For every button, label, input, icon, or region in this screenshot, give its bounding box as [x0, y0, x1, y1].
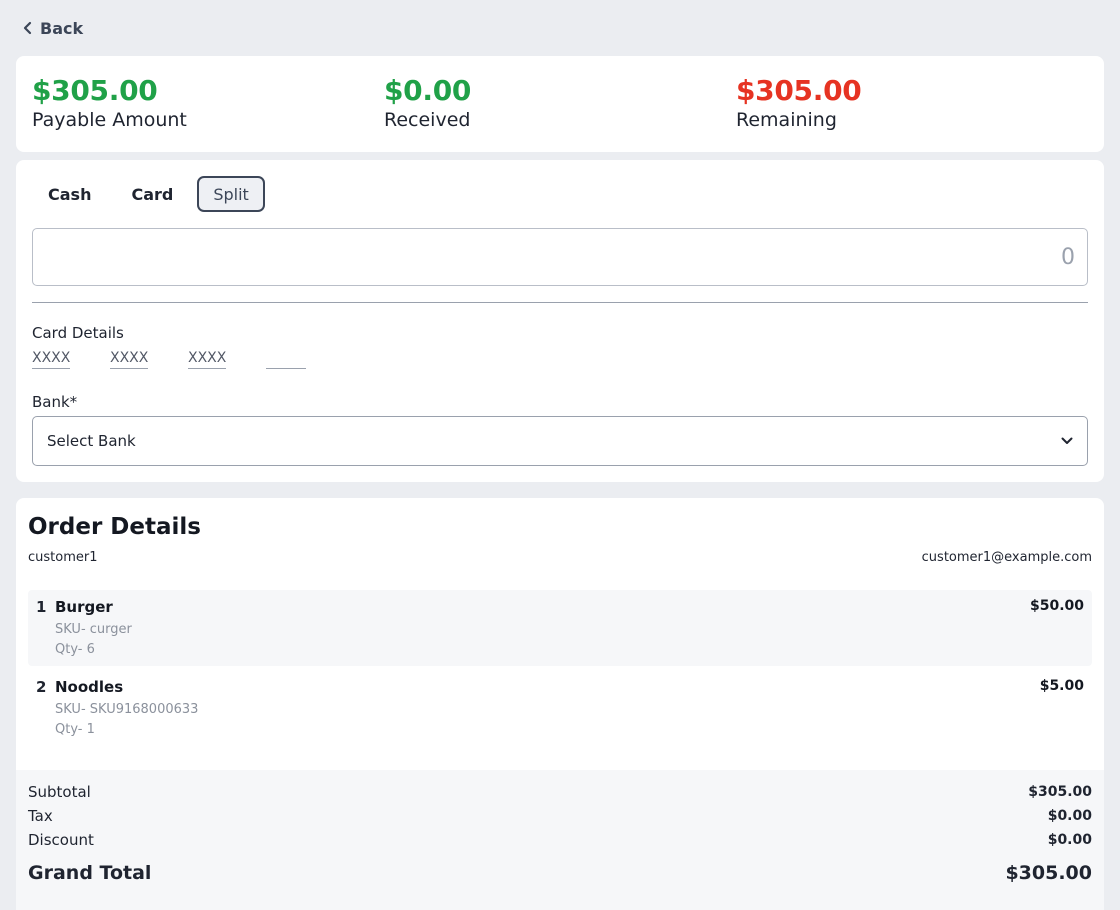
item-qty: Qty- 1 [55, 722, 95, 737]
order-title: Order Details [28, 514, 201, 540]
subtotal-label: Subtotal [28, 783, 91, 801]
item-qty: Qty- 6 [55, 642, 95, 657]
bank-select-value: Select Bank [47, 432, 136, 450]
item-index: 2 [36, 678, 47, 696]
back-link[interactable]: Back [22, 16, 83, 40]
back-label: Back [40, 18, 84, 38]
tab-split[interactable]: Split [197, 176, 265, 212]
chevron-down-icon [1061, 437, 1073, 444]
grand-total-value: $305.00 [1005, 862, 1092, 884]
order-totals: Subtotal $305.00 Tax $0.00 Discount $0.0… [16, 770, 1104, 910]
grand-total-row: Grand Total $305.00 [28, 862, 1092, 884]
item-price: $50.00 [1029, 598, 1084, 614]
bank-select[interactable]: Select Bank [32, 416, 1088, 466]
list-item: 1 Burger SKU- curger Qty- 6 $50.00 [28, 590, 1092, 666]
tax-value: $0.00 [1047, 808, 1092, 824]
divider [32, 302, 1088, 303]
payable-amount: $305.00 [32, 74, 158, 107]
tax-label: Tax [28, 807, 53, 825]
card-number-part-3[interactable] [188, 348, 226, 369]
remaining-stat: $305.00 Remaining [736, 74, 862, 132]
item-sku: SKU- curger [55, 622, 132, 637]
discount-row: Discount $0.00 [28, 828, 1092, 852]
chevron-left-icon [23, 21, 32, 35]
card-number-part-1[interactable] [32, 348, 70, 369]
item-sku: SKU- SKU9168000633 [55, 702, 199, 717]
item-index: 1 [36, 598, 47, 616]
card-number-fields [32, 348, 306, 369]
item-name: Noodles [55, 678, 124, 696]
remaining-label: Remaining [736, 109, 837, 131]
received-label: Received [384, 109, 471, 131]
list-item: 2 Noodles SKU- SKU9168000633 Qty- 1 $5.0… [28, 670, 1092, 746]
subtotal-row: Subtotal $305.00 [28, 780, 1092, 804]
amount-input[interactable] [32, 228, 1088, 286]
subtotal-value: $305.00 [1028, 784, 1092, 800]
payable-stat: $305.00 Payable Amount [32, 74, 187, 132]
item-price: $5.00 [1039, 678, 1084, 694]
discount-label: Discount [28, 831, 94, 849]
bank-label: Bank* [32, 393, 78, 411]
order-items: 1 Burger SKU- curger Qty- 6 $50.00 2 Noo… [28, 590, 1092, 746]
received-stat: $0.00 Received [384, 74, 471, 132]
remaining-amount: $305.00 [736, 74, 862, 107]
discount-value: $0.00 [1047, 832, 1092, 848]
payment-summary: $305.00 Payable Amount $0.00 Received $3… [16, 56, 1104, 152]
item-name: Burger [55, 598, 113, 616]
payment-panel: Cash Card Split Card Details Bank* Selec… [16, 160, 1104, 482]
customer-email: customer1@example.com [921, 550, 1092, 565]
received-amount: $0.00 [384, 74, 472, 107]
grand-total-label: Grand Total [28, 862, 152, 884]
tax-row: Tax $0.00 [28, 804, 1092, 828]
tab-card[interactable]: Card [115, 176, 189, 212]
card-number-part-4[interactable] [266, 348, 306, 369]
card-details-label: Card Details [32, 324, 124, 342]
payment-method-tabs: Cash Card Split [32, 176, 265, 212]
card-number-part-2[interactable] [110, 348, 148, 369]
customer-name: customer1 [28, 550, 98, 565]
payable-label: Payable Amount [32, 109, 187, 131]
tab-cash[interactable]: Cash [32, 176, 107, 212]
order-details-panel: Order Details customer1 customer1@exampl… [16, 498, 1104, 910]
